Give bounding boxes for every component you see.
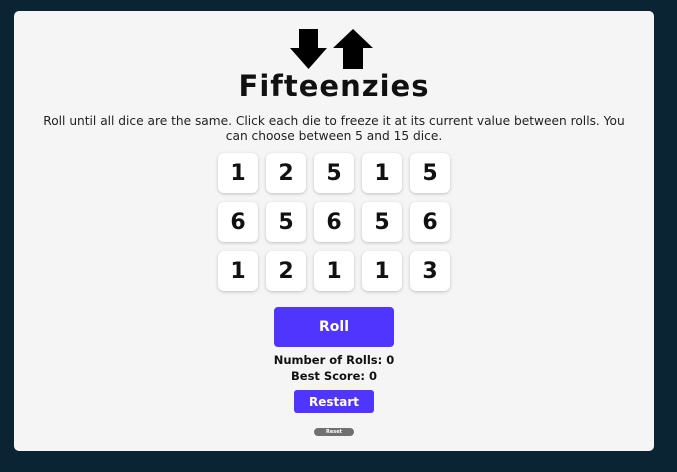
die[interactable]: 5 xyxy=(266,202,306,242)
roll-button[interactable]: Roll xyxy=(274,307,394,347)
game-instructions: Roll until all dice are the same. Click … xyxy=(43,114,625,143)
header-icons xyxy=(290,29,380,71)
die[interactable]: 2 xyxy=(266,153,306,193)
die[interactable]: 6 xyxy=(314,202,354,242)
rolls-count: Number of Rolls: 0 xyxy=(273,353,395,367)
die[interactable]: 1 xyxy=(362,251,402,291)
restart-button[interactable]: Restart xyxy=(294,390,374,413)
die[interactable]: 1 xyxy=(362,153,402,193)
die[interactable]: 6 xyxy=(218,202,258,242)
score-stats: Number of Rolls: 0 Best Score: 0 xyxy=(14,352,654,384)
die[interactable]: 1 xyxy=(314,251,354,291)
arrow-down-icon xyxy=(290,29,327,69)
page-title: Fifteenzies xyxy=(238,69,430,103)
die[interactable]: 5 xyxy=(362,202,402,242)
arrow-up-icon xyxy=(333,29,373,69)
die[interactable]: 6 xyxy=(410,202,450,242)
reset-button[interactable]: Reset xyxy=(314,428,354,436)
die[interactable]: 2 xyxy=(266,251,306,291)
best-score: Best Score: 0 xyxy=(291,369,377,383)
die[interactable]: 5 xyxy=(314,153,354,193)
die[interactable]: 1 xyxy=(218,251,258,291)
die[interactable]: 5 xyxy=(410,153,450,193)
die[interactable]: 3 xyxy=(410,251,450,291)
game-panel: Fifteenzies Roll until all dice are the … xyxy=(14,11,654,451)
die[interactable]: 1 xyxy=(218,153,258,193)
dice-grid: 1 2 5 1 5 6 5 6 5 6 1 2 1 1 3 xyxy=(218,153,450,291)
arrows-graphic xyxy=(290,29,373,69)
